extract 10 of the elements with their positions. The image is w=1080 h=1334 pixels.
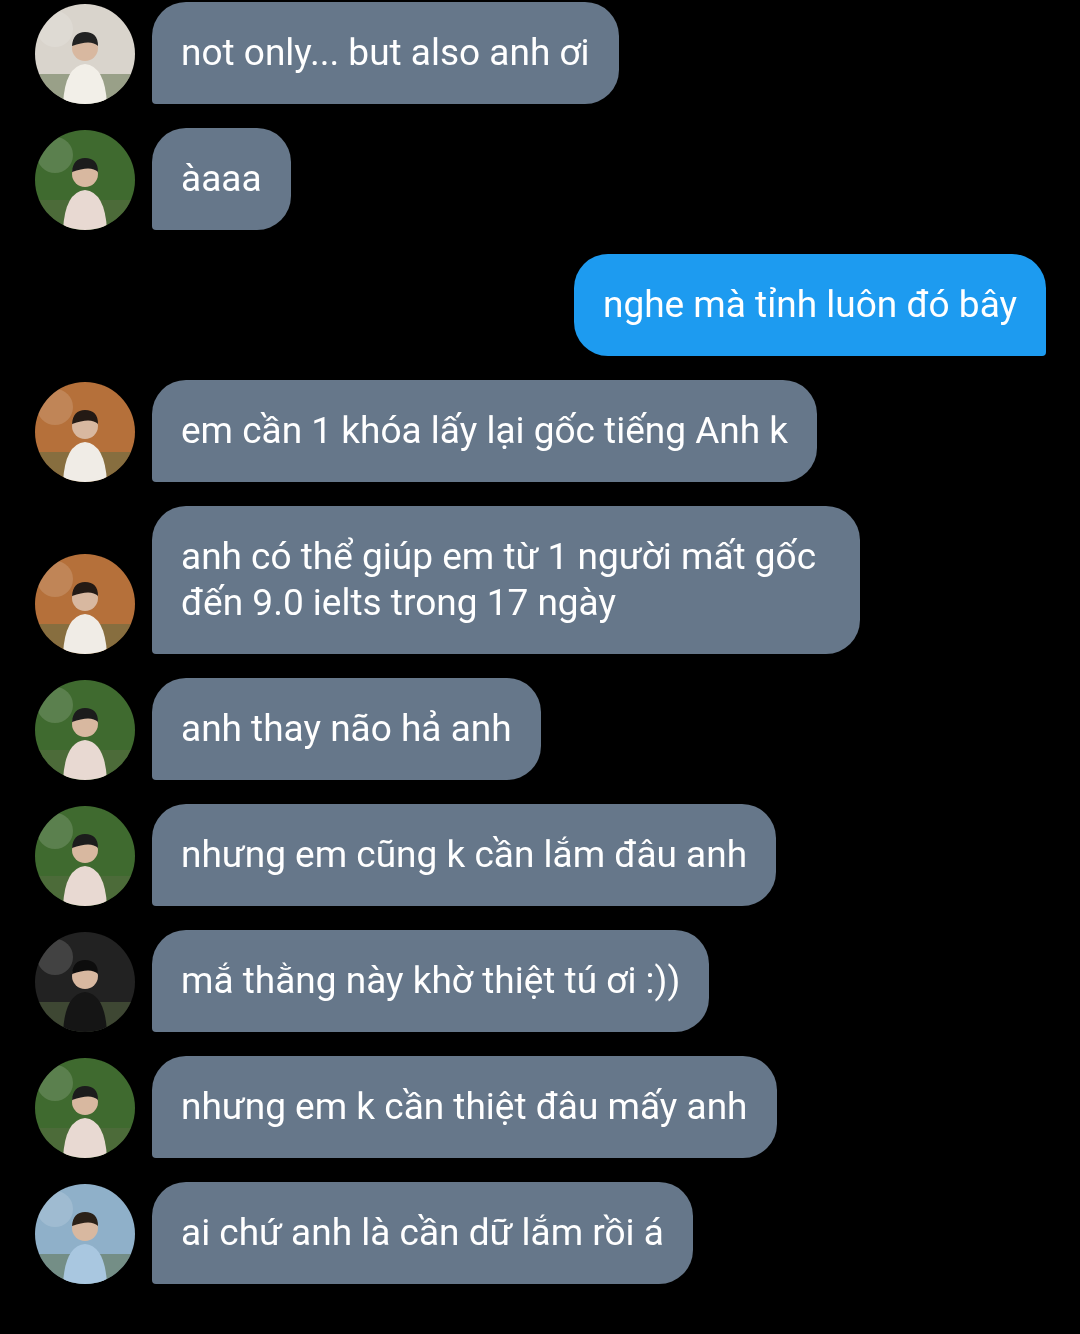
received-message-bubble: anh thay não hả anh: [152, 678, 541, 780]
received-message-bubble: em cần 1 khóa lấy lại gốc tiếng Anh k: [152, 380, 818, 482]
received-message-bubble: ai chứ anh là cần dữ lắm rồi á: [152, 1182, 693, 1284]
received-message-bubble: anh có thể giúp em từ 1 người mất gốc đến 9.0 ielts trong 17 ngày: [152, 506, 860, 654]
received-message-bubble: mắ thằng này khờ thiệt tú ơi :)): [152, 930, 710, 1032]
received-message-bubble: not only... but also anh ơi: [152, 2, 619, 104]
received-message-bubble: nhưng em cũng k cần lắm đâu anh: [152, 804, 777, 906]
received-message-bubble: àaaa: [152, 128, 291, 230]
sent-message-bubble: nghe mà tỉnh luôn đó bây: [573, 254, 1046, 356]
received-message-bubble: nhưng em k cần thiệt đâu mấy anh: [152, 1056, 777, 1158]
